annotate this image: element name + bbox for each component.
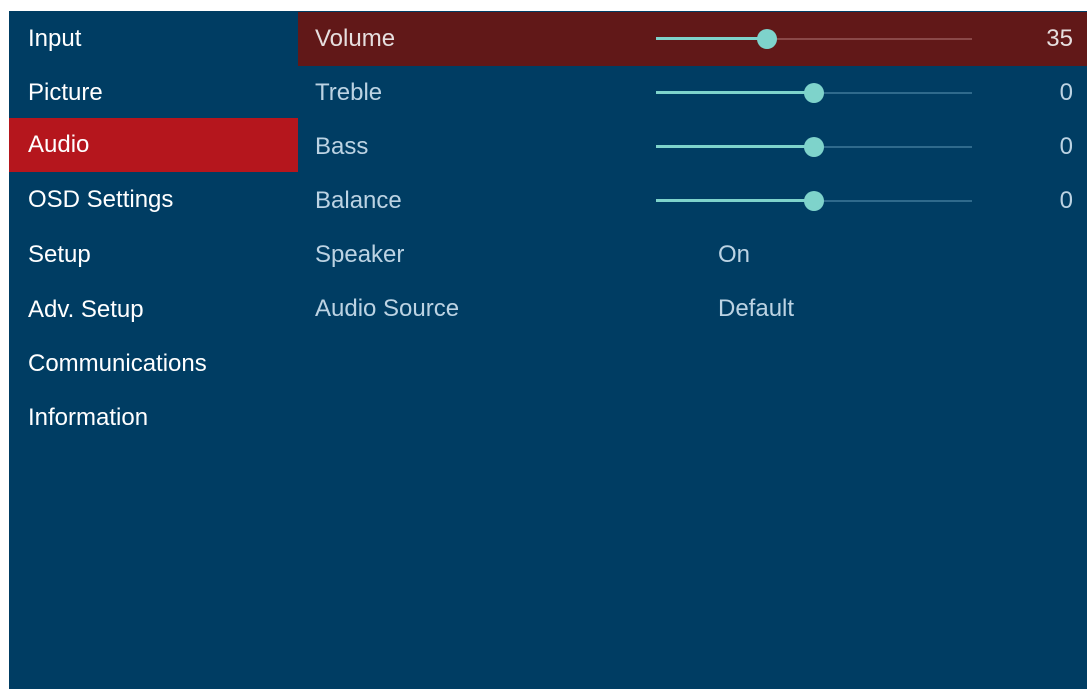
bass-slider[interactable] bbox=[656, 120, 972, 174]
menu-item-label: Information bbox=[28, 404, 149, 431]
menu-item-osd-settings[interactable]: OSD Settings bbox=[9, 173, 298, 227]
setting-label: Treble bbox=[315, 79, 383, 106]
setting-label: Speaker bbox=[315, 241, 405, 268]
slider-thumb[interactable] bbox=[804, 137, 824, 157]
menu-item-label: Communications bbox=[28, 350, 207, 377]
menu-item-communications[interactable]: Communications bbox=[9, 337, 298, 391]
slider-fill bbox=[656, 145, 814, 148]
setting-value: 0 bbox=[1059, 79, 1073, 106]
audio-source-value: Default bbox=[718, 295, 795, 322]
setting-label: Volume bbox=[315, 25, 396, 52]
menu-item-adv-setup[interactable]: Adv. Setup bbox=[9, 283, 298, 337]
volume-slider[interactable] bbox=[656, 12, 972, 66]
slider-fill bbox=[656, 91, 814, 94]
slider-thumb[interactable] bbox=[756, 29, 777, 49]
setting-label: Balance bbox=[315, 187, 402, 214]
menu-item-label: Input bbox=[28, 25, 82, 52]
speaker-value: On bbox=[718, 241, 751, 268]
setting-value: 0 bbox=[1059, 133, 1073, 160]
main-menu: Input Picture Audio OSD Settings Setup A… bbox=[9, 11, 298, 689]
treble-slider[interactable] bbox=[656, 66, 972, 120]
balance-slider[interactable] bbox=[656, 174, 972, 228]
setting-value: 0 bbox=[1059, 187, 1073, 214]
setting-value: 35 bbox=[1046, 25, 1073, 52]
menu-item-audio[interactable]: Audio bbox=[9, 118, 298, 172]
setting-row-speaker[interactable]: Speaker On bbox=[298, 228, 1087, 282]
setting-label: Bass bbox=[315, 133, 369, 160]
slider-fill bbox=[656, 199, 814, 202]
setting-label: Audio Source bbox=[315, 295, 460, 322]
menu-item-picture[interactable]: Picture bbox=[9, 66, 298, 120]
slider-thumb[interactable] bbox=[804, 83, 824, 103]
setting-row-treble[interactable]: Treble 0 bbox=[298, 66, 1087, 120]
menu-item-label: Audio bbox=[28, 131, 90, 158]
menu-item-label: OSD Settings bbox=[28, 186, 174, 213]
menu-item-label: Adv. Setup bbox=[28, 296, 144, 323]
setting-row-audio-source[interactable]: Audio Source Default bbox=[298, 282, 1087, 336]
menu-item-label: Picture bbox=[28, 79, 103, 106]
setting-row-balance[interactable]: Balance 0 bbox=[298, 174, 1087, 228]
osd-menu: Input Picture Audio OSD Settings Setup A… bbox=[9, 11, 1087, 689]
menu-item-label: Setup bbox=[28, 241, 91, 268]
audio-settings-panel: Volume 35 Treble 0 Bass 0 Balance 0 Spea… bbox=[298, 11, 1087, 689]
menu-item-input[interactable]: Input bbox=[9, 12, 298, 66]
slider-thumb[interactable] bbox=[804, 191, 824, 211]
setting-row-volume[interactable]: Volume 35 bbox=[298, 12, 1087, 66]
slider-fill bbox=[656, 37, 767, 40]
menu-item-setup[interactable]: Setup bbox=[9, 228, 298, 282]
menu-item-information[interactable]: Information bbox=[9, 391, 298, 445]
setting-row-bass[interactable]: Bass 0 bbox=[298, 120, 1087, 174]
